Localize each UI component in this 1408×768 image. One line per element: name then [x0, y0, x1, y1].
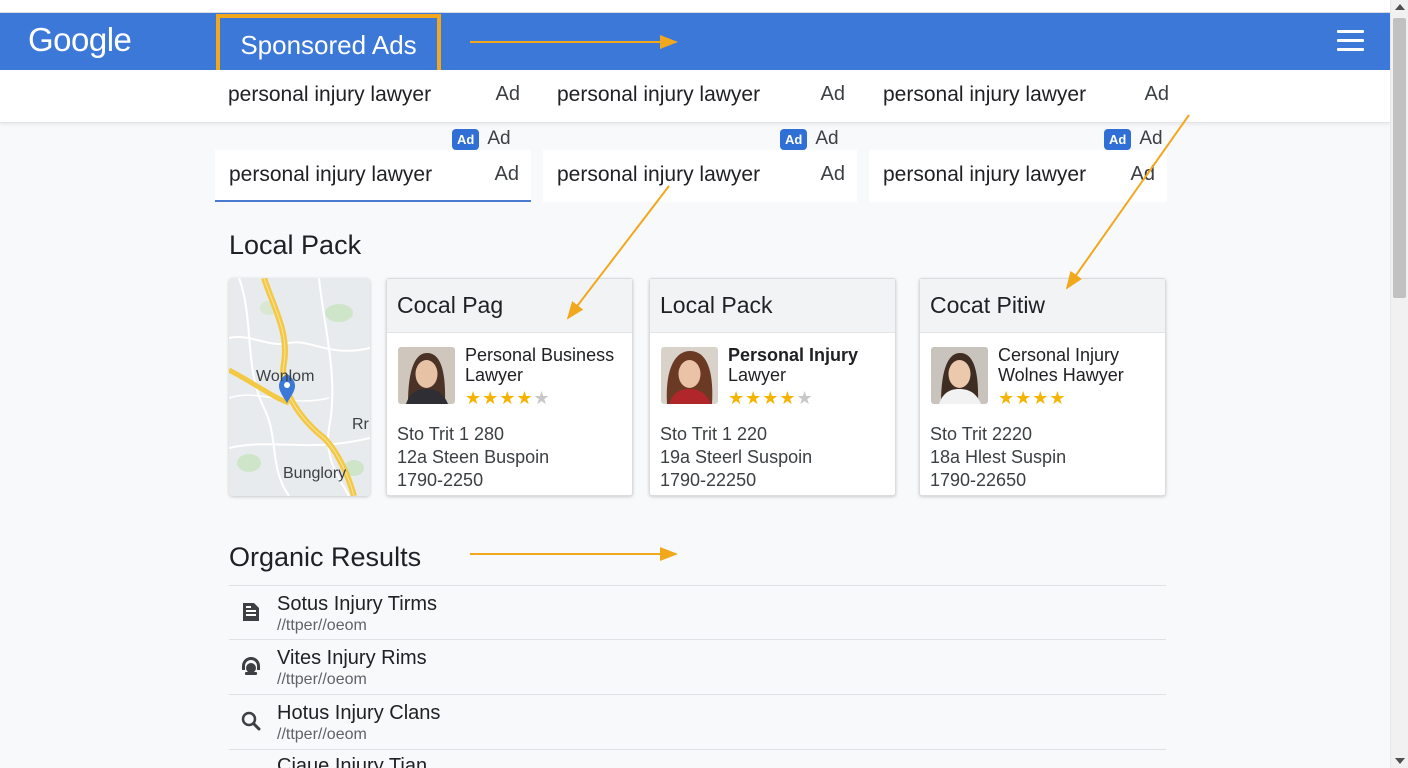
result-url: //ttper//oeom [277, 726, 367, 743]
menu-icon[interactable] [1337, 30, 1365, 52]
google-logo[interactable]: Google [28, 21, 132, 59]
ad-badge-group: Ad Ad [452, 128, 511, 150]
business-name: Personal Injury Lawyer [728, 345, 859, 385]
header-title: Sponsored Ads [240, 29, 417, 60]
window-top-strip [0, 0, 1390, 13]
ad-badge: Ad [452, 128, 480, 150]
rating-stars: ★★★★ [998, 388, 1067, 408]
card-header: Cocat Pitiw [920, 279, 1165, 333]
ad-label: Ad [820, 83, 845, 105]
ad-badge-label: Ad [1139, 128, 1163, 149]
result-url: //ttper//oeom [277, 671, 367, 688]
business-name: Cersonal Injury Wolnes Hawyer [998, 345, 1124, 385]
organic-result[interactable]: Hotus Injury Clans //ttper//oeom [229, 695, 1166, 749]
ad-badge-group: Ad Ad [780, 128, 839, 150]
ad-result[interactable]: personal injury lawyer Ad [543, 150, 857, 202]
card-header: Cocal Pag [387, 279, 632, 333]
map-label: Bunglory [283, 465, 347, 482]
map-graphic [229, 278, 370, 496]
avatar [661, 347, 718, 404]
local-map[interactable]: Wonlom Rr Bunglory [229, 278, 370, 496]
scroll-up-icon[interactable] [1395, 4, 1405, 10]
scroll-thumb[interactable] [1393, 18, 1406, 298]
ad-badge: Ad [1104, 128, 1132, 150]
top-header-bar: Google Sponsored Ads [0, 13, 1390, 76]
organic-result[interactable]: Vites Injury Rims //ttper//oeom [229, 640, 1166, 694]
organic-results-heading: Organic Results [229, 542, 422, 572]
business-info: Sto Trit 1 280 12a Steen Buspoin 1790-22… [397, 424, 550, 490]
result-title[interactable]: Ciaue Injury Tian [277, 755, 427, 768]
ad-query: personal injury lawyer [883, 83, 1087, 106]
business-name: Personal Business Lawyer [465, 345, 615, 385]
map-label: Wonlom [256, 368, 315, 385]
result-title[interactable]: Sotus Injury Tirms [277, 593, 437, 616]
ad-query: personal injury lawyer [228, 83, 432, 106]
result-url: //ttper//oeom [277, 617, 367, 634]
result-title[interactable]: Vites Injury Rims [277, 647, 427, 670]
ad-result[interactable]: personal injury lawyer Ad [869, 70, 1181, 122]
scroll-down-icon[interactable] [1395, 758, 1405, 764]
ad-label: Ad [494, 163, 519, 185]
business-info: Sto Trit 1 220 19a Steerl Suspoin 1790-2… [660, 424, 813, 490]
document-icon [243, 603, 259, 621]
ad-badge-label: Ad [487, 128, 511, 149]
ad-badge: Ad [780, 128, 808, 150]
local-pack-card[interactable]: Cocal Pag Personal Business Lawyer ★★★★★… [386, 278, 633, 496]
ad-result[interactable]: personal injury lawyer Ad [215, 150, 531, 202]
local-pack-card[interactable]: Cocat Pitiw Cersonal Injury Wolnes Hawye… [919, 278, 1166, 496]
support-icon [242, 657, 260, 675]
avatar [398, 347, 455, 404]
result-title[interactable]: Hotus Injury Clans [277, 702, 440, 725]
card-header: Local Pack [650, 279, 895, 333]
rating-stars: ★★★★★ [728, 388, 814, 408]
business-info: Sto Trit 2220 18a Hlest Suspin 1790-2265… [930, 424, 1067, 490]
list-icon [239, 760, 263, 768]
ad-label: Ad [495, 83, 520, 105]
ad-label: Ad [820, 163, 845, 185]
ad-result[interactable]: personal injury lawyer Ad [214, 70, 532, 122]
ad-result[interactable]: personal injury lawyer Ad [543, 70, 857, 122]
organic-result[interactable]: Sotus Injury Tirms //ttper//oeom [229, 586, 1166, 640]
ad-query: personal injury lawyer [557, 163, 761, 186]
ad-query: personal injury lawyer [883, 163, 1087, 186]
ad-badge-group: Ad Ad [1104, 128, 1163, 150]
vertical-scrollbar[interactable] [1390, 0, 1408, 768]
sponsored-ads-highlight: Sponsored Ads [216, 14, 441, 76]
ad-badge-label: Ad [815, 128, 839, 149]
search-results-page: Google Sponsored Ads personal injury law… [0, 0, 1390, 768]
ad-query: personal injury lawyer [229, 163, 433, 186]
search-icon [241, 711, 261, 731]
ad-label: Ad [1130, 163, 1155, 185]
map-label: Rr [352, 416, 369, 433]
avatar [931, 347, 988, 404]
rating-stars: ★★★★★ [465, 388, 551, 408]
ad-result[interactable]: personal injury lawyer Ad [869, 150, 1167, 202]
ad-query: personal injury lawyer [557, 83, 761, 106]
organic-result[interactable]: Ciaue Injury Tian [229, 750, 1166, 768]
local-pack-card[interactable]: Local Pack Personal Injury Lawyer ★★★★★ … [649, 278, 896, 496]
ad-label: Ad [1144, 83, 1169, 105]
local-pack-heading: Local Pack [229, 230, 362, 260]
